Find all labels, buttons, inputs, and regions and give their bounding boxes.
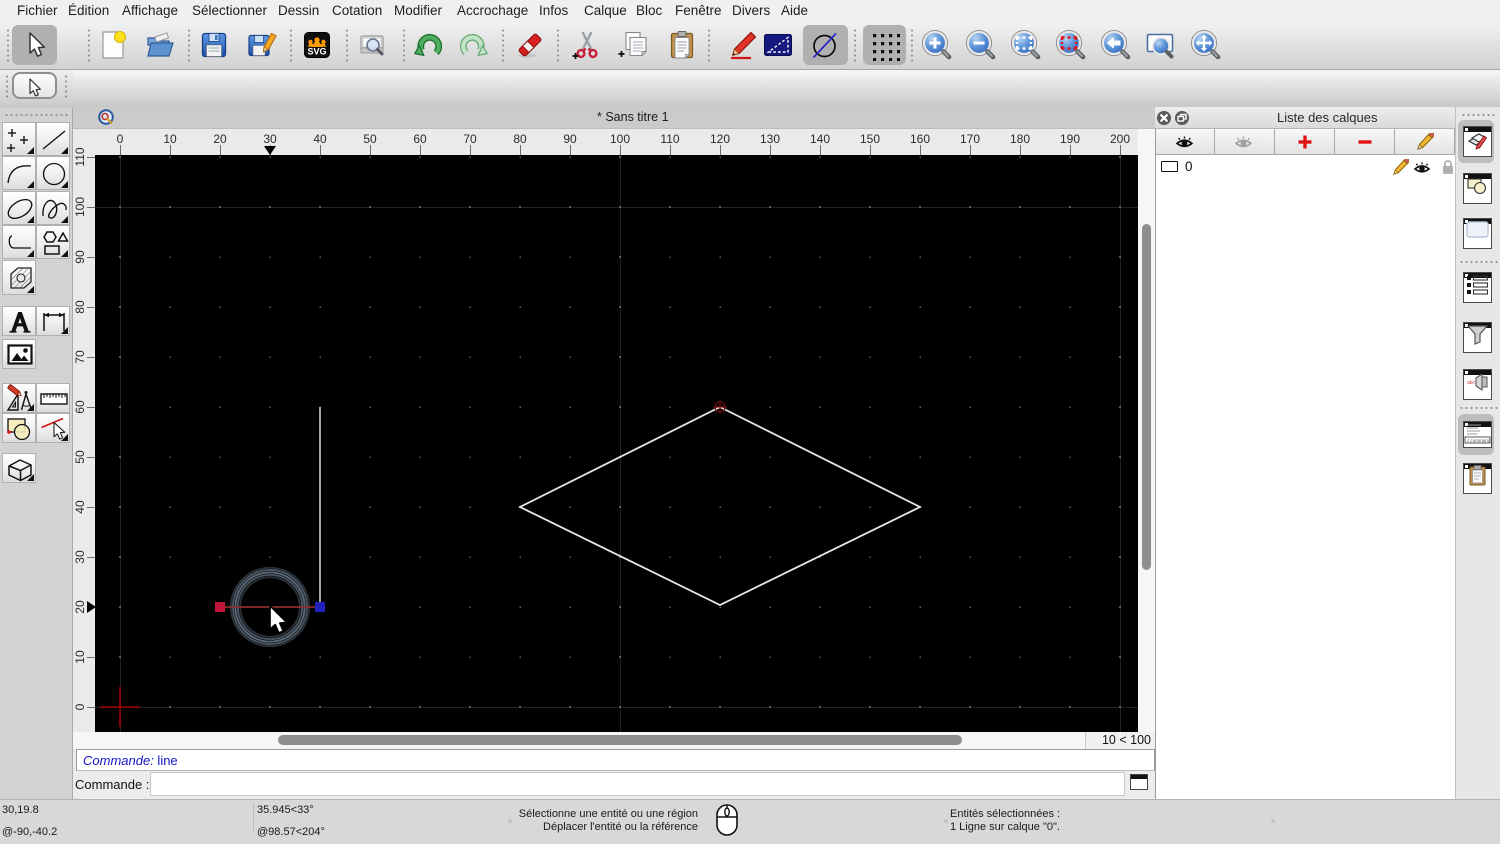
svg-text:SVG: SVG xyxy=(307,47,326,57)
svg-text:c:command: c:command xyxy=(1467,438,1491,443)
svg-text:abc: abc xyxy=(1467,380,1476,386)
